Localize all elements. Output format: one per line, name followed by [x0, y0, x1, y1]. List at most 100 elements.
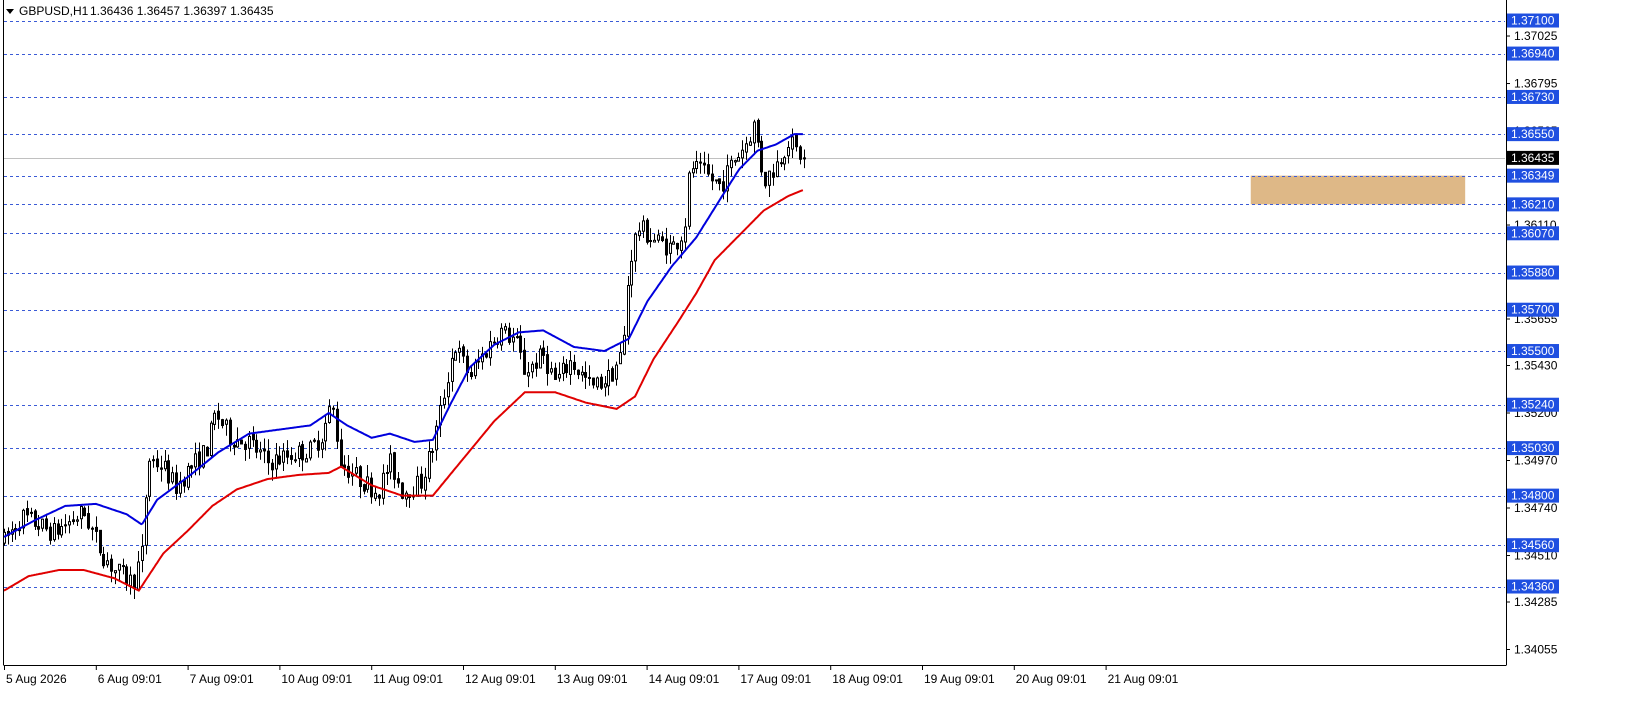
candle-body — [80, 505, 83, 520]
candle-body — [370, 477, 373, 498]
candle-body — [76, 519, 79, 522]
x-tick-label: 19 Aug 09:01 — [924, 672, 995, 686]
candle-body — [210, 422, 213, 457]
candle-body — [301, 444, 304, 461]
candle-body — [672, 241, 675, 245]
candle-body — [321, 442, 324, 450]
candle-body — [240, 439, 243, 445]
candle-body — [604, 383, 607, 388]
candle-body — [592, 377, 595, 386]
candle-body — [703, 162, 706, 166]
candle-body — [397, 478, 400, 484]
candle-body — [562, 362, 565, 374]
candle-body — [695, 160, 698, 170]
symbol-label: GBPUSD,H1 — [19, 4, 89, 18]
y-tick-label: 1.34055 — [1514, 643, 1558, 657]
candle-body — [152, 459, 155, 462]
candle-body — [95, 526, 98, 532]
candle-body — [41, 518, 44, 529]
candle-body — [164, 460, 167, 470]
candle-body — [730, 159, 733, 169]
current-price-label: 1.36435 — [1511, 151, 1555, 165]
candle-body — [745, 143, 748, 153]
candle-body — [508, 327, 511, 343]
candle-body — [772, 172, 775, 178]
candle-body — [45, 518, 48, 530]
candle-body — [630, 260, 633, 286]
candle-body — [298, 445, 301, 459]
level-label: 1.34360 — [1511, 580, 1555, 594]
candle-body — [749, 141, 752, 146]
candle-body — [175, 472, 178, 494]
candle-body — [374, 492, 377, 499]
candle-body — [87, 513, 90, 529]
candle-body — [799, 146, 802, 160]
candle-body — [248, 435, 251, 449]
candle-body — [657, 234, 660, 241]
candle-body — [539, 348, 542, 369]
candle-body — [194, 453, 197, 468]
candle-body — [699, 161, 702, 164]
candle-body — [462, 346, 465, 357]
candle-body — [313, 439, 316, 442]
candle-body — [741, 149, 744, 159]
level-label: 1.37100 — [1511, 14, 1555, 28]
price-chart[interactable]: 1.371001.37025 1.36940 1.367951.36730 1.365… — [0, 0, 1626, 714]
candle-body — [217, 410, 220, 420]
candle-body — [37, 526, 40, 530]
level-label: 1.36349 — [1511, 169, 1555, 183]
candle-body — [787, 147, 790, 157]
chart-header: GBPUSD,H1 1.36436 1.36457 1.36397 1.3643… — [6, 4, 274, 18]
candle-body — [145, 497, 148, 546]
candle-body — [167, 460, 170, 484]
level-label: 1.35240 — [1511, 398, 1555, 412]
candle-body — [416, 475, 419, 497]
candle-body — [443, 397, 446, 406]
y-tick-label: 1.34285 — [1514, 595, 1558, 609]
y-tick-label: 1.36795 — [1514, 77, 1558, 91]
candle-body — [581, 371, 584, 376]
level-label: 1.34800 — [1511, 489, 1555, 503]
candle-body — [91, 527, 94, 530]
candle-body — [340, 439, 343, 467]
candle-body — [600, 376, 603, 389]
candle-body — [129, 574, 132, 587]
candle-body — [760, 140, 763, 173]
candle-body — [454, 352, 457, 361]
candle-body — [244, 443, 247, 450]
candle-body — [424, 476, 427, 491]
chart-window: 1.371001.37025 1.36940 1.367951.36730 1.365… — [0, 0, 1626, 714]
candle-body — [512, 336, 515, 343]
candle-body — [565, 364, 568, 374]
candle-body — [692, 168, 695, 174]
candle-body — [474, 361, 477, 377]
candle-body — [737, 156, 740, 162]
candle-body — [336, 408, 339, 442]
x-tick-label: 12 Aug 09:01 — [465, 672, 536, 686]
candle-body — [110, 558, 113, 572]
candle-body — [550, 368, 553, 373]
x-tick-label: 11 Aug 09:01 — [373, 672, 443, 686]
candle-body — [267, 450, 270, 464]
candle-body — [676, 242, 679, 250]
candle-body — [734, 160, 737, 163]
candle-body — [282, 450, 285, 463]
candle-body — [252, 433, 255, 441]
candle-body — [363, 484, 366, 492]
candle-body — [680, 240, 683, 251]
candle-body — [623, 334, 626, 355]
candle-body — [791, 136, 794, 150]
candle-body — [783, 157, 786, 165]
candle-body — [118, 563, 121, 571]
candle-body — [485, 353, 488, 358]
candle-body — [573, 361, 576, 370]
candle-body — [688, 172, 691, 227]
candle-body — [221, 419, 224, 427]
candle-body — [68, 521, 71, 526]
candle-body — [764, 171, 767, 187]
level-label: 1.36550 — [1511, 127, 1555, 141]
candle-body — [359, 466, 362, 488]
candle-body — [60, 526, 63, 536]
x-tick-label: 18 Aug 09:01 — [832, 672, 903, 686]
x-tick-label: 14 Aug 09:01 — [649, 672, 720, 686]
